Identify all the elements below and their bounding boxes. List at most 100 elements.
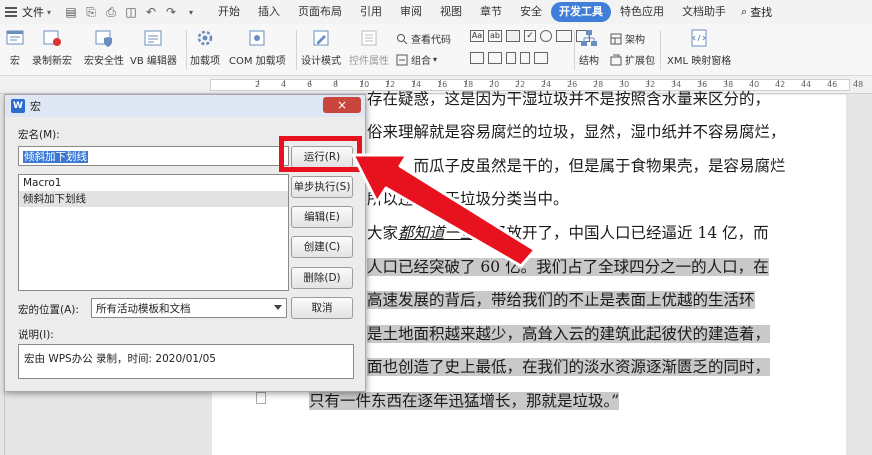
toggle-control-icon[interactable]	[488, 52, 502, 64]
macro-security-button[interactable]: 宏安全性	[84, 28, 124, 67]
vb-editor-label: VB 编辑器	[130, 56, 177, 67]
ribbon-tabs: 开始 插入 页面布局 引用 审阅 视图 章节 安全 开发工具 特色应用 文档助手	[209, 2, 735, 22]
tab-home[interactable]: 开始	[209, 2, 249, 22]
tab-review[interactable]: 审阅	[391, 2, 431, 22]
image-control-icon[interactable]	[470, 52, 484, 64]
quick-access-toolbar: ▤ ⎘ ⎙ ◫ ↶ ↷ ▾	[61, 3, 201, 21]
xml-map-icon	[689, 28, 709, 48]
structure-label: 结构	[579, 56, 599, 67]
tab-view[interactable]: 视图	[431, 2, 471, 22]
search-button[interactable]: ⌕ 查找	[741, 4, 772, 20]
form-controls-row-1: Aa ab ✓	[470, 30, 594, 42]
design-mode-icon	[311, 28, 331, 48]
ribbon-separator	[186, 30, 187, 70]
tab-developer[interactable]: 开发工具	[551, 2, 612, 22]
com-addins-button[interactable]: COM 加载项	[229, 28, 286, 67]
ribbon-separator	[574, 30, 575, 70]
doc-line: 大家都知道一些已经放开了，中国人口已经逼近 14 亿，而	[367, 224, 769, 242]
tab-insert[interactable]: 插入	[249, 2, 289, 22]
dialog-title-bar[interactable]: W 宏 ×	[5, 95, 365, 117]
structure-button[interactable]: 结构	[579, 28, 599, 67]
macro-security-label: 宏安全性	[84, 56, 124, 67]
undo-export-icon[interactable]: ⎘	[82, 3, 100, 21]
tab-page-layout[interactable]: 页面布局	[289, 2, 351, 22]
save-icon[interactable]: ▤	[62, 3, 80, 21]
description-field[interactable]: 宏由 WPS办公 录制，时间: 2020/01/05	[18, 344, 354, 379]
file-menu[interactable]: 文件 ▾	[0, 0, 57, 24]
addins-button[interactable]: 加载项	[190, 28, 220, 67]
label-control-icon[interactable]: Aa	[470, 30, 484, 42]
ruler-number: 2	[255, 80, 261, 89]
ribbon-toolbar: 宏 录制新宏 宏安全性 VB 编辑器 加载项 COM 加载项 设计模式 控件属性…	[0, 24, 872, 76]
combine-label: 组合	[411, 56, 431, 67]
combine-button[interactable]: 组合 ▾	[396, 52, 437, 67]
radio-control-icon[interactable]	[540, 30, 552, 42]
macro-location-select[interactable]: 所有活动模板和文档	[91, 298, 287, 318]
print-icon[interactable]: ⎙	[102, 3, 120, 21]
xml-map-label: XML 映射窗格	[667, 56, 732, 67]
macro-button[interactable]: 宏	[5, 28, 25, 67]
gear-icon	[195, 28, 215, 48]
vb-editor-icon	[143, 28, 163, 48]
chevron-down-icon: ▾	[47, 7, 52, 17]
scrollbar-control-icon[interactable]	[520, 52, 530, 64]
menu-bar: 文件 ▾ ▤ ⎘ ⎙ ◫ ↶ ↷ ▾ 开始 插入 页面布局 引用 审阅 视图 章…	[0, 0, 872, 24]
macro-name-value: 倾斜加下划线	[23, 151, 88, 163]
ruler-number: 6	[307, 80, 313, 89]
selected-text: 只有一件东西在逐年迅猛增长，那就是垃圾。”	[309, 392, 620, 410]
expansion-pack-button[interactable]: 扩展包	[610, 52, 655, 67]
file-menu-label: 文件	[22, 6, 44, 19]
tab-chapter[interactable]: 章节	[471, 2, 511, 22]
com-addins-icon	[247, 28, 267, 48]
tab-security[interactable]: 安全	[511, 2, 551, 22]
delete-button[interactable]: 删除(D)	[291, 267, 353, 289]
tab-special-apps[interactable]: 特色应用	[611, 2, 673, 22]
doc-line: 面也创造了史上最低，在我们的淡水资源逐渐匮乏的同时，	[367, 354, 771, 380]
macro-name-input[interactable]: 倾斜加下划线	[18, 146, 289, 166]
view-code-button[interactable]: 查看代码	[396, 31, 451, 46]
view-code-label: 查看代码	[411, 35, 451, 46]
tab-doc-assistant[interactable]: 文档助手	[673, 2, 735, 22]
record-macro-button[interactable]: 录制新宏	[32, 28, 72, 67]
more-controls-icon[interactable]	[534, 52, 548, 64]
edit-button[interactable]: 编辑(E)	[291, 206, 353, 228]
undo-icon[interactable]: ↶	[142, 3, 160, 21]
button-control-icon[interactable]	[506, 30, 520, 42]
macro-list-item[interactable]: 倾斜加下划线	[19, 191, 288, 207]
selected-text: 人口已经突破了 60 亿。我们占了全球四分之一的人口，在	[367, 258, 769, 276]
step-into-button[interactable]: 单步执行(S)	[291, 176, 353, 198]
macro-location-value: 所有活动模板和文档	[96, 303, 191, 315]
paragraph-marker-icon[interactable]	[256, 392, 266, 404]
redo-icon[interactable]: ↷	[162, 3, 180, 21]
combobox-control-icon[interactable]	[556, 30, 572, 42]
selected-text: 高速发展的背后，带给我们的不止是表面上优越的生活环	[367, 291, 755, 309]
close-button[interactable]: ×	[323, 97, 361, 113]
spin-control-icon[interactable]	[506, 52, 516, 64]
design-mode-button[interactable]: 设计模式	[301, 28, 341, 67]
schema-button[interactable]: 架构	[610, 31, 645, 46]
macro-name-label: 宏名(M):	[18, 129, 60, 141]
doc-line: 人口已经突破了 60 亿。我们占了全球四分之一的人口，在	[367, 254, 769, 280]
textbox-control-icon[interactable]: ab	[488, 30, 502, 42]
macro-list-item[interactable]: Macro1	[19, 175, 288, 191]
schema-icon	[610, 33, 622, 45]
tab-references[interactable]: 引用	[351, 2, 391, 22]
search-label: 查找	[750, 6, 773, 19]
print-preview-icon[interactable]: ◫	[122, 3, 140, 21]
doc-line: 高速发展的背后，带给我们的不止是表面上优越的生活环	[367, 287, 755, 313]
create-button[interactable]: 创建(C)	[291, 236, 353, 258]
chevron-down-icon[interactable]: ▾	[182, 3, 200, 21]
dialog-title: 宏	[30, 100, 41, 113]
doc-line: 存在疑惑，这是因为干湿垃圾并不是按照含水量来区分的，	[367, 90, 771, 108]
underlined-italic-text: 都知道一些已	[398, 224, 492, 242]
xml-map-pane-button[interactable]: XML 映射窗格	[667, 28, 731, 67]
ribbon-separator	[296, 30, 297, 70]
ruler-number: 46	[827, 80, 838, 89]
checkbox-control-icon[interactable]: ✓	[524, 30, 536, 42]
schema-label: 架构	[625, 35, 645, 46]
control-props-button[interactable]: 控件属性	[349, 28, 389, 67]
wps-logo-icon: W	[11, 99, 25, 113]
macro-list[interactable]: Macro1 倾斜加下划线	[18, 174, 289, 291]
cancel-button[interactable]: 取消	[291, 297, 353, 319]
vb-editor-button[interactable]: VB 编辑器	[130, 28, 177, 67]
